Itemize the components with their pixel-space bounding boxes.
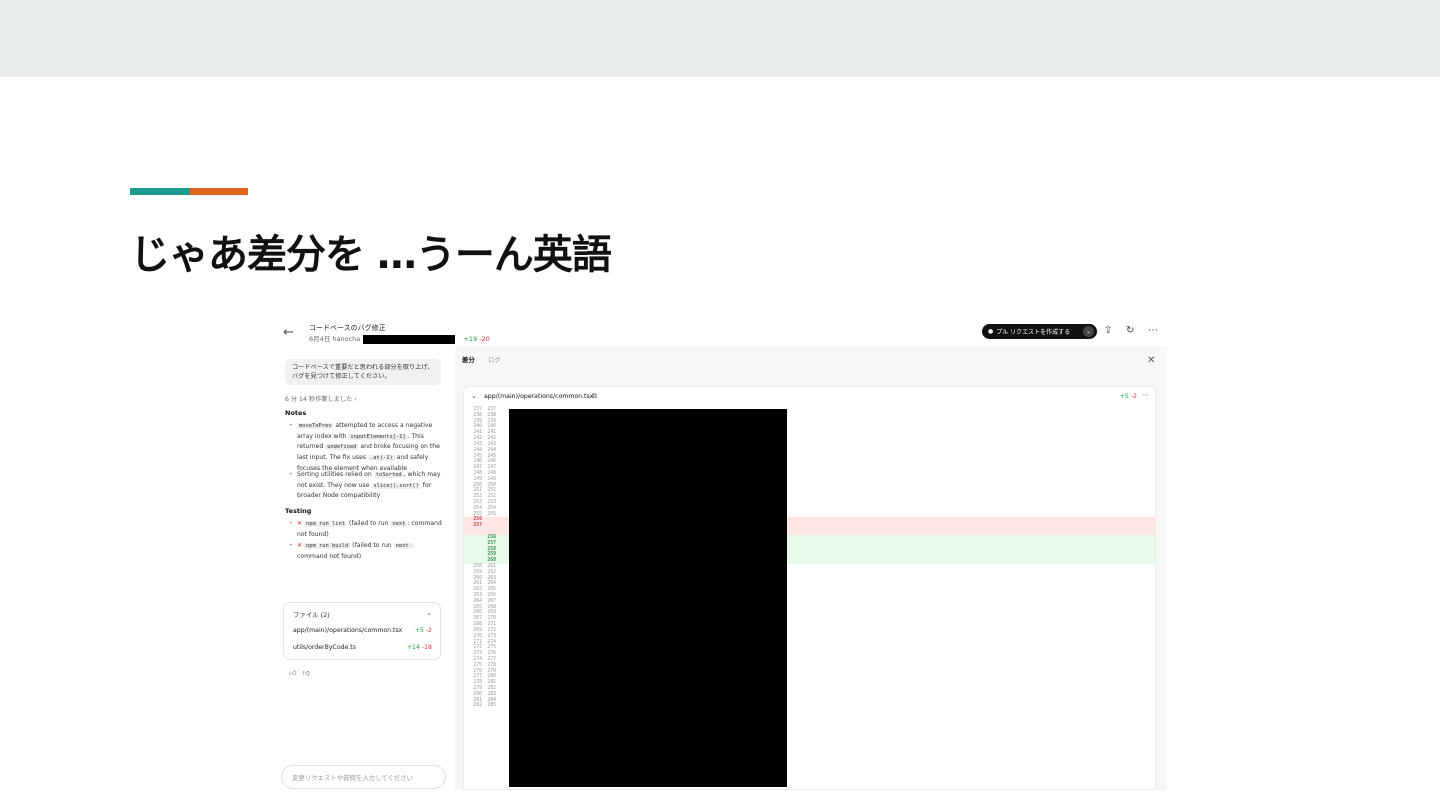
notes-heading: Notes — [285, 409, 307, 417]
diff-additions: +5 — [1119, 393, 1129, 400]
file-additions: +5 — [414, 627, 424, 634]
file-additions: +14 — [406, 644, 420, 651]
github-icon: ● — [988, 328, 994, 335]
files-card: ファイル (2) ⌄ app/(main)/operations/common.… — [283, 602, 441, 660]
diff-file-path: app/(main)/operations/common.tsx — [484, 393, 594, 400]
accent-bar-teal — [130, 188, 190, 195]
refresh-icon[interactable]: ↻ — [1126, 325, 1134, 336]
more-icon[interactable]: ⋯ — [1148, 325, 1158, 336]
file-row[interactable]: utils/orderByCode.ts +14 -18 — [293, 644, 432, 651]
note-item: • Sorting utilities relied on toSorted, … — [289, 470, 443, 501]
copy-icon[interactable]: ⧉ — [592, 392, 597, 401]
task-title: コードベースのバグ修正 — [309, 324, 386, 332]
code-span: inputElements[-1] — [348, 433, 408, 440]
diff-panel: 差分 ログ ✕ ⌄ app/(main)/operations/common.t… — [455, 347, 1167, 790]
file-row[interactable]: app/(main)/operations/common.tsx +5 -2 — [293, 627, 432, 634]
tab-diff[interactable]: 差分 — [462, 355, 475, 364]
code-span: .at(-1) — [368, 455, 395, 462]
old-line-number: 282 — [473, 703, 482, 709]
user-prompt: コードベースで重要だと思われる部分を取り上げ、バグを見つけて修正してください。 — [285, 359, 441, 385]
fail-icon: ✕ — [297, 542, 303, 549]
files-heading: ファイル (2) — [293, 611, 330, 619]
diff-deletions: -2 — [1130, 393, 1137, 400]
code-span: next — [393, 543, 411, 549]
bullet-icon: • — [289, 471, 293, 478]
share-icon[interactable]: ⇪ — [1104, 325, 1112, 336]
code-span: toSorted — [373, 472, 404, 478]
diff-file-header: ⌄ app/(main)/operations/common.tsx ⧉ +5 … — [464, 387, 1155, 407]
chevron-down-icon[interactable]: ⌄ — [426, 609, 432, 617]
tab-log[interactable]: ログ — [488, 355, 501, 364]
chevron-down-icon[interactable]: ⌄ — [1083, 326, 1094, 337]
task-user: hanocha — [332, 335, 361, 343]
bullet-icon: • — [289, 520, 293, 527]
fail-icon: ✕ — [297, 520, 303, 527]
top-band — [0, 0, 1440, 77]
request-input[interactable]: 変更リクエストや質問を入力してください — [281, 765, 446, 789]
file-path: app/(main)/operations/common.tsx — [293, 627, 403, 634]
code-span: slice().sort() — [371, 482, 421, 489]
task-deletions: -20 — [479, 335, 490, 343]
redacted-block — [363, 334, 456, 344]
task-meta: 6月4日 hanocha +19 -20 — [309, 333, 490, 344]
file-deletions: -18 — [421, 644, 432, 651]
codex-app-screenshot: ← コードベースのバグ修正 6月4日 hanocha +19 -20 ● プル … — [275, 317, 1167, 790]
code-span: undefined — [325, 444, 359, 451]
thumbs-up-icon[interactable]: 👍︎ — [289, 669, 296, 677]
code-span: next — [390, 521, 408, 527]
file-path: utils/orderByCode.ts — [293, 644, 356, 651]
file-deletions: -2 — [425, 627, 432, 634]
slide-title: じゃあ差分を …うーん英語 — [130, 232, 612, 278]
task-date: 6月4日 — [309, 335, 331, 343]
accent-bar-orange — [190, 188, 248, 195]
redacted-code-block — [509, 409, 787, 787]
close-icon[interactable]: ✕ — [1147, 355, 1155, 366]
bullet-icon: • — [289, 542, 293, 549]
testing-heading: Testing — [285, 507, 312, 515]
create-pr-label: プル リクエストを作成する — [996, 329, 1071, 336]
test-text: (failed to run — [347, 520, 391, 527]
new-line-number: 285 — [487, 703, 496, 709]
task-panel: コードベースで重要だと思われる部分を取り上げ、バグを見つけて修正してください。 … — [275, 347, 455, 790]
task-additions: +19 — [463, 335, 478, 343]
task-header: ← コードベースのバグ修正 6月4日 hanocha +19 -20 ● プル … — [275, 317, 1167, 347]
code-span: npm run build — [304, 543, 351, 549]
arrow-left-icon[interactable]: ← — [283, 325, 294, 340]
diff-view: ⌄ app/(main)/operations/common.tsx ⧉ +5 … — [463, 386, 1156, 790]
worked-time-link[interactable]: 6 分 14 秒作業しました › — [285, 394, 357, 403]
note-item: • moveToPrev attempted to access a negat… — [289, 421, 443, 474]
code-span: moveToPrev — [297, 423, 334, 429]
test-item: • ✕ npm run lint (failed to run next: co… — [289, 519, 443, 539]
chevron-down-icon[interactable]: ⌄ — [471, 392, 477, 400]
test-text: (failed to run — [350, 542, 394, 549]
thumbs-down-icon[interactable]: 👎︎ — [303, 669, 310, 677]
create-pr-button[interactable]: ● プル リクエストを作成する ⌄ — [982, 324, 1097, 339]
bullet-icon: • — [289, 422, 293, 429]
test-item: • ✕ npm run build (failed to run next: c… — [289, 541, 443, 561]
feedback-buttons: 👍︎ 👎︎ — [289, 668, 310, 677]
note-text: Sorting utilities relied on — [297, 471, 374, 478]
more-icon[interactable]: ⋯ — [1142, 391, 1149, 399]
code-span: npm run lint — [304, 521, 347, 527]
